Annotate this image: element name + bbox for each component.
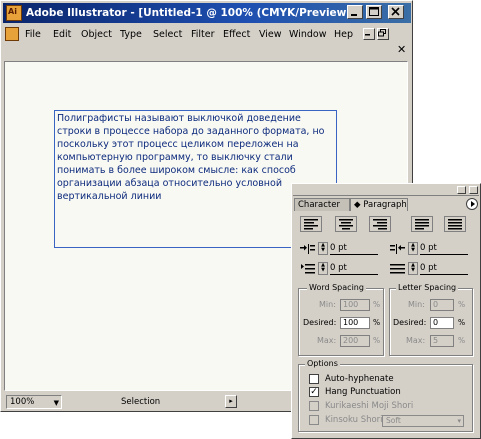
close-button[interactable] — [388, 5, 404, 19]
auto-hyphenate-label: Auto-hyphenate — [325, 374, 394, 384]
palette-title-bar[interactable] — [293, 185, 479, 196]
tab-character[interactable]: Character — [294, 198, 350, 211]
letter-max-percent: % — [458, 336, 466, 345]
justify-button[interactable] — [411, 216, 433, 232]
left-indent-stepper[interactable]: ▲ ▼ — [318, 242, 328, 255]
left-indent-icon — [300, 244, 315, 254]
space-before-icon — [390, 264, 405, 274]
status-menu-button[interactable]: ▸ — [225, 395, 237, 408]
menu-filter[interactable]: Filter — [191, 29, 215, 40]
menu-object[interactable]: Object — [81, 29, 112, 40]
right-indent-field[interactable]: 0 pt — [420, 242, 468, 255]
word-desired-label: Desired: — [303, 318, 337, 327]
letter-spacing-title: Letter Spacing — [396, 283, 459, 292]
hang-punctuation-label: Hang Punctuation — [325, 387, 401, 397]
tab-character-label: Character — [298, 200, 340, 210]
tab-paragraph-label: Paragraph — [363, 200, 407, 210]
menu-edit[interactable]: Edit — [53, 29, 71, 40]
maximize-icon — [369, 7, 379, 16]
menu-select[interactable]: Select — [153, 29, 182, 40]
letter-max-label: Max: — [406, 336, 426, 345]
letter-max-field: 5 — [430, 335, 454, 347]
minimize-icon — [365, 34, 370, 36]
status-tool-label: Selection — [121, 397, 161, 407]
palette-minimize-button[interactable] — [457, 186, 466, 194]
letter-min-percent: % — [458, 300, 466, 309]
title-bar[interactable]: Adobe Illustrator - [Untitled-1 @ 100% (… — [3, 3, 411, 23]
right-indent-icon — [390, 244, 405, 254]
chevron-down-icon: ▾ — [457, 417, 461, 425]
word-max-percent: % — [373, 336, 381, 345]
justify-icon — [415, 219, 429, 230]
letter-min-field: 0 — [430, 299, 454, 311]
word-min-percent: % — [373, 300, 381, 309]
menu-view[interactable]: View — [259, 29, 282, 40]
first-line-indent-field[interactable]: 0 pt — [330, 262, 378, 275]
palette-close-button[interactable] — [469, 186, 478, 194]
options-title: Options — [305, 359, 340, 368]
doc-minimize-button[interactable] — [363, 28, 375, 40]
right-indent-stepper[interactable]: ▲ ▼ — [408, 242, 418, 255]
zoom-value: 100% — [10, 397, 35, 407]
letter-spacing-group: Letter Spacing Min: 0 % Desired: 0 % Max… — [389, 283, 473, 356]
palette-menu-button[interactable] — [466, 198, 478, 210]
letter-desired-field[interactable]: 0 — [430, 317, 454, 329]
justify-all-icon — [448, 219, 462, 230]
word-min-label: Min: — [319, 300, 336, 309]
first-line-indent-stepper[interactable]: ▲ ▼ — [318, 262, 328, 275]
menu-window[interactable]: Window — [289, 29, 326, 40]
menu-bar: File Edit Object Type Select Filter Effe… — [3, 25, 411, 45]
align-left-button[interactable] — [300, 216, 322, 232]
menu-type[interactable]: Type — [120, 29, 142, 40]
kinsoku-checkbox — [309, 415, 319, 425]
word-spacing-group: Word Spacing Min: 100 % Desired: 100 % M… — [298, 283, 384, 356]
illustrator-app-icon[interactable] — [6, 5, 22, 21]
letter-desired-percent: % — [458, 318, 466, 327]
word-desired-field[interactable]: 100 — [340, 317, 370, 329]
word-desired-percent: % — [373, 318, 381, 327]
letter-min-label: Min: — [408, 300, 425, 309]
kurikaeshi-label: Kurikaeshi Moji Shori — [325, 401, 414, 411]
kinsoku-value: Soft — [386, 416, 401, 425]
menu-file[interactable]: File — [25, 29, 41, 40]
word-min-field: 100 — [340, 299, 370, 311]
menu-effect[interactable]: Effect — [223, 29, 250, 40]
justify-all-button[interactable] — [444, 216, 466, 232]
word-max-label: Max: — [317, 336, 337, 345]
document-icon[interactable] — [5, 27, 19, 41]
close-icon — [391, 7, 400, 16]
doc-close-icon[interactable]: ✕ — [397, 43, 406, 56]
paragraph-tab-arrow-icon: ◆ — [354, 200, 364, 210]
restore-icon — [378, 29, 386, 37]
window-title: Adobe Illustrator - [Untitled-1 @ 100% (… — [26, 7, 360, 19]
align-center-icon — [339, 219, 353, 230]
space-before-stepper[interactable]: ▲ ▼ — [408, 262, 418, 275]
left-indent-field[interactable]: 0 pt — [330, 242, 378, 255]
kinsoku-select: Soft ▾ — [382, 415, 464, 427]
minimize-button[interactable] — [347, 5, 363, 19]
maximize-button[interactable] — [366, 5, 382, 19]
kurikaeshi-checkbox — [309, 401, 319, 411]
letter-desired-label: Desired: — [393, 318, 427, 327]
word-max-field: 200 — [340, 335, 370, 347]
zoom-select[interactable]: 100% ▼ — [6, 395, 62, 409]
kinsoku-label: Kinsoku Shori: — [325, 415, 386, 425]
minimize-icon — [351, 14, 357, 16]
align-right-icon — [373, 219, 387, 230]
space-before-field[interactable]: 0 pt — [420, 262, 468, 275]
tab-paragraph[interactable]: ◆ Paragraph — [350, 198, 408, 211]
first-line-indent-icon — [301, 264, 315, 274]
align-left-icon — [304, 219, 318, 230]
align-right-button[interactable] — [369, 216, 391, 232]
auto-hyphenate-checkbox[interactable] — [309, 374, 319, 384]
hang-punctuation-checkbox[interactable]: ✓ — [309, 387, 319, 397]
paragraph-palette: Character ◆ Paragraph ▲ ▼ 0 pt ▲ ▼ 0 pt ▲ ▼… — [291, 183, 481, 439]
align-center-button[interactable] — [335, 216, 357, 232]
doc-restore-button[interactable] — [377, 28, 389, 40]
word-spacing-title: Word Spacing — [307, 283, 366, 292]
chevron-down-icon: ▼ — [53, 399, 59, 407]
menu-help[interactable]: Hep — [334, 29, 353, 40]
